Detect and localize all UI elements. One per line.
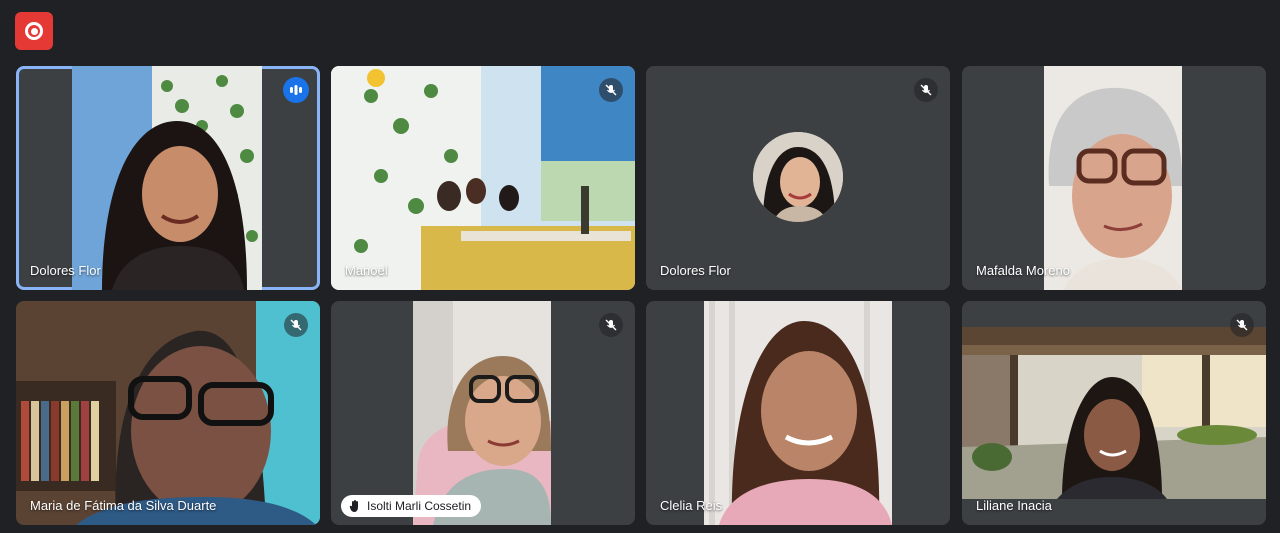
participant-tile[interactable]: Isolti Marli Cossetin [331,301,635,525]
participant-tile[interactable]: Manoel [331,66,635,290]
participant-tile[interactable]: Liliane Inacia [962,301,1266,525]
participant-name: Isolti Marli Cossetin [367,499,472,513]
participant-video [1044,66,1183,290]
participant-tile[interactable]: Dolores Flor [646,66,950,290]
participant-name: Dolores Flor [30,263,101,278]
video-frame [16,301,320,525]
video-frame [413,301,551,525]
participant-video [16,301,320,525]
participant-name: Mafalda Moreno [976,263,1070,278]
participant-video [962,327,1266,499]
participant-tile[interactable]: Maria de Fátima da Silva Duarte [16,301,320,525]
record-icon [25,22,43,40]
hand-raise-icon [349,500,358,512]
participant-tile[interactable]: Mafalda Moreno [962,66,1266,290]
video-frame [1044,66,1183,290]
video-frame [704,301,892,525]
mic-off-icon [599,78,623,102]
record-button[interactable] [15,12,53,50]
participant-name: Liliane Inacia [976,498,1052,513]
video-frame [72,66,262,290]
participant-name: Dolores Flor [660,263,731,278]
video-frame [331,66,635,290]
participant-video [413,301,551,525]
speaking-indicator-icon [283,77,309,103]
participant-name-pill: Isolti Marli Cossetin [341,495,482,517]
participant-name: Manoel [345,263,388,278]
participant-name: Maria de Fátima da Silva Duarte [30,498,217,513]
avatar [753,132,843,222]
mic-off-icon [1230,313,1254,337]
participant-video [72,66,262,290]
mic-off-icon [284,313,308,337]
video-frame [962,327,1266,499]
mic-off-icon [914,78,938,102]
meeting-app: Dolores Flor Manoel Dolores Flor Mafalda… [0,0,1280,533]
participant-tile[interactable]: Dolores Flor [16,66,320,290]
participant-video [704,301,892,525]
mic-off-icon [599,313,623,337]
participant-name: Clelia Reis [660,498,723,513]
participant-video [331,66,635,290]
participant-tile[interactable]: Clelia Reis [646,301,950,525]
